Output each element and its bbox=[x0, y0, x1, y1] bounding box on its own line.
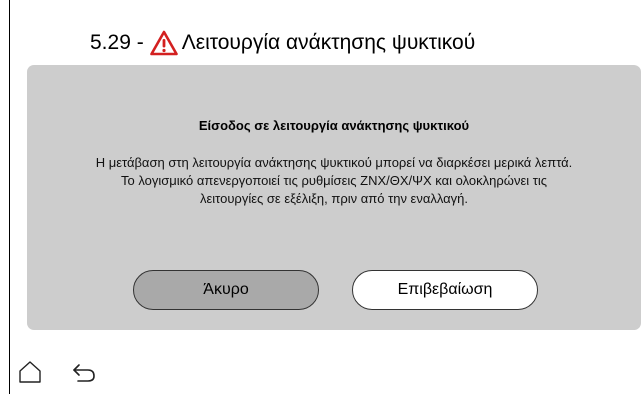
warning-icon bbox=[149, 30, 178, 56]
dialog-title: Είσοδος σε λειτουργία ανάκτησης ψυκτικού bbox=[198, 118, 470, 133]
page-number: 5.29 - bbox=[90, 31, 144, 54]
dialog-body-line: λειτουργίες σε εξέλιξη, πριν από την ενα… bbox=[199, 191, 469, 206]
page-title: Λειτουργία ανάκτησης ψυκτικού bbox=[181, 31, 476, 54]
confirm-button-label: Επιβεβαίωση bbox=[397, 281, 493, 298]
confirm-dialog: Είσοδος σε λειτουργία ανάκτησης ψυκτικού… bbox=[27, 65, 641, 330]
home-icon[interactable] bbox=[16, 358, 44, 386]
cancel-button[interactable]: Άκυρο bbox=[133, 270, 319, 310]
cancel-button-label: Άκυρο bbox=[203, 281, 249, 298]
screen: 5.29 - Λειτουργία ανάκτησης ψυκτικού Είσ… bbox=[0, 0, 644, 394]
dialog-body-line: Το λογισμικό απενεργοποιεί τις ρυθμίσεις… bbox=[120, 173, 548, 188]
dialog-body-line: Η μετάβαση στη λειτουργία ανάκτησης ψυκτ… bbox=[95, 155, 573, 170]
back-arrow-icon[interactable] bbox=[70, 358, 98, 386]
page-header: 5.29 - Λειτουργία ανάκτησης ψυκτικού bbox=[90, 28, 475, 58]
dialog-body: Η μετάβαση στη λειτουργία ανάκτησης ψυκτ… bbox=[27, 154, 641, 208]
left-border-line bbox=[9, 0, 10, 394]
confirm-button[interactable]: Επιβεβαίωση bbox=[352, 270, 538, 310]
